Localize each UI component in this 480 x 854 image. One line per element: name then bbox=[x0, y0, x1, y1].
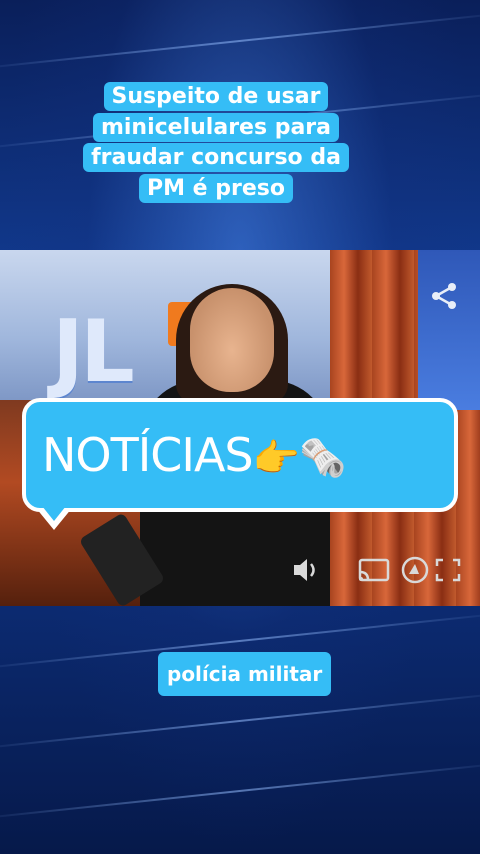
jl-logo: JL bbox=[52, 302, 135, 402]
headline: Suspeito de usar minicelulares para frau… bbox=[72, 82, 360, 204]
fullscreen-icon[interactable] bbox=[432, 552, 464, 588]
headline-line-2: minicelulares para bbox=[92, 112, 340, 142]
hashtag-chip[interactable]: polícia militar bbox=[158, 652, 332, 696]
pointing-hand-newspaper-icon: 👉🗞️ bbox=[252, 436, 347, 480]
share-icon[interactable] bbox=[428, 280, 460, 312]
cast-icon[interactable] bbox=[356, 552, 392, 588]
headline-line-1: Suspeito de usar bbox=[103, 82, 329, 111]
logo-watermark-icon bbox=[401, 556, 429, 584]
headline-line-3: fraudar concurso da bbox=[83, 143, 349, 172]
banner-text: NOTÍCIAS bbox=[42, 428, 254, 482]
news-anchor-face bbox=[190, 288, 274, 392]
news-banner-label: NOTÍCIAS👉🗞️ bbox=[42, 420, 347, 493]
volume-icon[interactable] bbox=[290, 552, 322, 588]
headline-line-4: PM é preso bbox=[139, 173, 293, 203]
studio-panel bbox=[418, 250, 480, 410]
